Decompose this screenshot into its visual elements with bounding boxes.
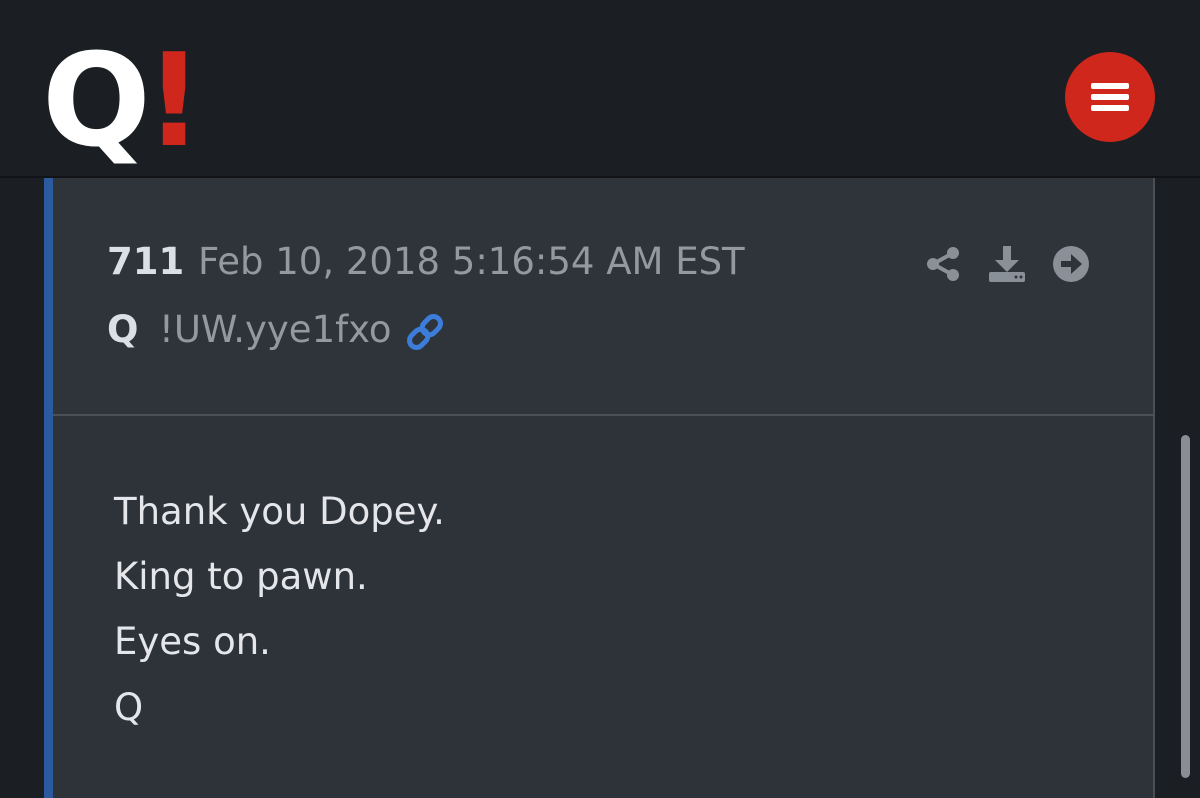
post-line: King to pawn. [114, 555, 368, 598]
hamburger-icon [1091, 83, 1129, 111]
post-header: 711 Feb 10, 2018 5:16:54 AM EST Q !UW.yy… [53, 178, 1153, 416]
logo-exclamation: ! [144, 27, 204, 176]
link-icon[interactable] [403, 310, 447, 354]
author-tripcode: !UW.yye1fxo [159, 308, 392, 351]
post-number: 711 [107, 240, 185, 283]
menu-button[interactable] [1065, 52, 1155, 142]
post-line: Eyes on. [114, 620, 271, 663]
arrow-right-circle-icon[interactable] [1051, 244, 1091, 284]
post-actions [923, 244, 1091, 284]
post-line: Thank you Dopey. [114, 490, 445, 533]
post-line: Q [114, 686, 144, 729]
post-timestamp: Feb 10, 2018 5:16:54 AM EST [198, 240, 745, 283]
logo-letter: Q [42, 27, 151, 176]
site-logo[interactable]: Q ! [42, 27, 204, 176]
share-icon[interactable] [923, 244, 963, 284]
page-gutter [0, 178, 44, 778]
post-author: Q [107, 308, 139, 351]
post-card: 711 Feb 10, 2018 5:16:54 AM EST Q !UW.yy… [44, 178, 1155, 798]
top-navigation-bar: Q ! [0, 0, 1200, 178]
download-icon[interactable] [987, 244, 1027, 284]
post-body: Thank you Dopey. King to pawn. Eyes on. … [53, 416, 1153, 798]
scrollbar[interactable] [1181, 435, 1190, 778]
